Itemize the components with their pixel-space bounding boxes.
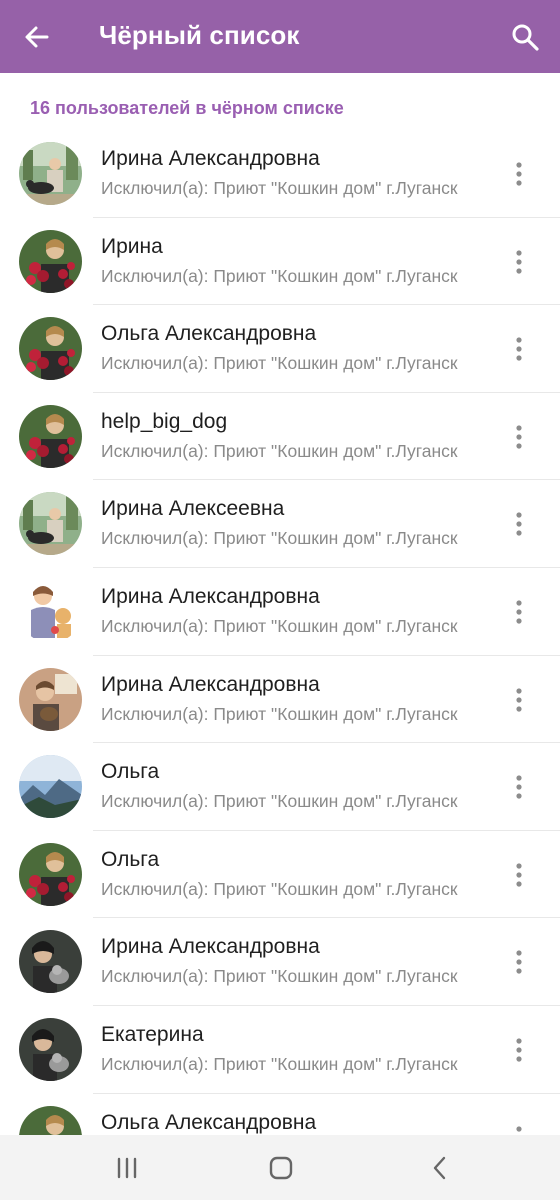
user-subtitle: Исключил(а): Приют "Кошкин дом" г.Луганс… [101, 966, 458, 987]
user-name: Ольга Александровна [101, 322, 317, 346]
user-list: Ирина Александровна Исключил(а): Приют "К… [0, 130, 560, 1135]
more-vertical-icon[interactable] [509, 861, 529, 889]
user-name: Ирина Александровна [101, 584, 320, 608]
more-vertical-icon[interactable] [509, 1036, 529, 1064]
user-subtitle: Исключил(а): Приют "Кошкин дом" г.Луганс… [101, 265, 458, 286]
user-row[interactable]: Ирина Александровна Исключил(а): Приют "К… [0, 568, 560, 656]
app-bar: Чёрный список [0, 0, 560, 73]
avatar[interactable] [19, 1105, 82, 1135]
home-icon[interactable] [266, 1153, 296, 1183]
more-vertical-icon[interactable] [509, 248, 529, 276]
user-row[interactable]: Ольга Исключил(а): Приют "Кошкин дом" г.Л… [0, 743, 560, 831]
more-vertical-icon[interactable] [509, 948, 529, 976]
avatar[interactable] [19, 930, 82, 994]
more-vertical-icon[interactable] [509, 1124, 529, 1135]
user-row[interactable]: Екатерина Исключил(а): Приют "Кошкин дом"… [0, 1006, 560, 1094]
avatar[interactable] [19, 755, 82, 819]
page-title: Чёрный список [99, 20, 300, 50]
avatar[interactable] [19, 842, 82, 906]
more-vertical-icon[interactable] [509, 773, 529, 801]
system-nav-bar [0, 1135, 560, 1200]
user-row[interactable]: Ирина Александровна Исключил(а): Приют "К… [0, 656, 560, 744]
more-vertical-icon[interactable] [509, 423, 529, 451]
user-name: Ирина Алексеевна [101, 497, 285, 521]
user-name: Ирина Александровна [101, 672, 320, 696]
user-row[interactable]: Ирина Александровна Исключил(а): Приют "К… [0, 130, 560, 218]
avatar[interactable] [19, 317, 82, 381]
user-subtitle: Исключил(а): Приют "Кошкин дом" г.Луганс… [101, 1053, 458, 1074]
avatar[interactable] [19, 142, 82, 205]
avatar[interactable] [19, 667, 82, 731]
more-vertical-icon[interactable] [509, 510, 529, 538]
user-name: help_big_dog [101, 409, 228, 433]
nav-back-icon[interactable] [425, 1153, 455, 1183]
user-subtitle: Исключил(а): Приют "Кошкин дом" г.Луганс… [101, 703, 458, 724]
user-row[interactable]: Ирина Алексеевна Исключил(а): Приют "Кошк… [0, 480, 560, 568]
avatar[interactable] [19, 229, 82, 293]
user-subtitle: Исключил(а): Приют "Кошкин дом" г.Луганс… [101, 178, 458, 198]
avatar[interactable] [19, 1017, 82, 1081]
user-subtitle: Исключил(а): Приют "Кошкин дом" г.Луганс… [101, 528, 458, 549]
user-subtitle: Исключил(а): Приют "Кошкин дом" г.Луганс… [101, 615, 458, 636]
user-subtitle: Исключил(а): Приют "Кошкин дом" г.Луганс… [101, 791, 458, 812]
avatar[interactable] [19, 492, 82, 556]
more-vertical-icon[interactable] [509, 598, 529, 626]
user-row[interactable]: Ольга Исключил(а): Приют "Кошкин дом" г.Л… [0, 831, 560, 919]
user-row[interactable]: Ольга Александровна Исключил(а): Приют "К… [0, 305, 560, 393]
more-vertical-icon[interactable] [509, 335, 529, 363]
blacklist-count: 16 пользователей в чёрном списке [30, 98, 344, 118]
user-subtitle: Исключил(а): Приют "Кошкин дом" г.Луганс… [101, 878, 458, 899]
arrow-left-icon[interactable] [22, 22, 52, 52]
more-vertical-icon[interactable] [509, 160, 529, 188]
user-row[interactable]: Ольга АлександровнаИсключил(а): Приют "К… [0, 1094, 560, 1135]
recents-icon[interactable] [112, 1153, 142, 1183]
user-name: Ирина Александровна [101, 935, 320, 959]
search-icon[interactable] [510, 22, 540, 52]
user-row[interactable]: help_big_dog Исключил(а): Приют "Кошкин д… [0, 393, 560, 481]
user-row[interactable]: Ирина Исключил(а): Приют "Кошкин дом" г.Л… [0, 218, 560, 306]
user-row[interactable]: Ирина Александровна Исключил(а): Приют "К… [0, 918, 560, 1006]
user-name: Ольга [101, 760, 160, 784]
user-name: Ольга [101, 847, 160, 871]
avatar[interactable] [19, 404, 82, 468]
user-name: Екатерина [101, 1022, 204, 1046]
user-subtitle: Исключил(а): Приют "Кошкин дом" г.Луганс… [101, 353, 458, 374]
user-name: Ирина Александровна [101, 147, 320, 170]
avatar[interactable] [19, 579, 82, 643]
more-vertical-icon[interactable] [509, 686, 529, 714]
user-name: Ольга Александровна [101, 1110, 317, 1134]
user-name: Ирина [101, 234, 163, 258]
user-subtitle: Исключил(а): Приют "Кошкин дом" г.Луганс… [101, 440, 458, 461]
